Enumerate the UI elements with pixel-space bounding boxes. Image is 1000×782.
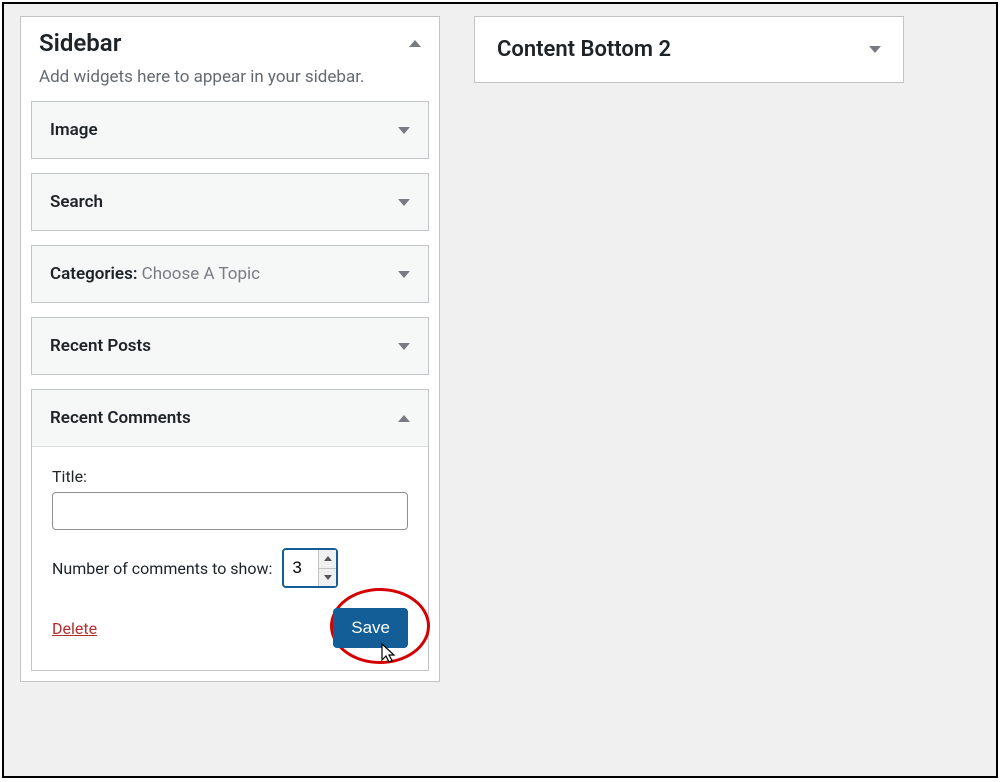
widget-header[interactable]: Search <box>32 174 428 230</box>
widget-title: Search <box>50 192 103 212</box>
number-spinner <box>318 550 336 586</box>
widget-header[interactable]: Image <box>32 102 428 158</box>
widget-title-wrap: Categories: Choose A Topic <box>50 264 260 284</box>
expand-icon <box>398 199 410 206</box>
widget-title: Categories: <box>50 264 137 284</box>
widget-title: Image <box>50 120 98 140</box>
collapse-icon <box>398 415 410 422</box>
save-button[interactable]: Save <box>333 608 408 648</box>
content-bottom-title: Content Bottom 2 <box>497 37 671 62</box>
widget-recent-comments: Recent Comments Title: Number of comment… <box>31 389 429 671</box>
delete-link[interactable]: Delete <box>52 619 97 638</box>
widget-header[interactable]: Recent Comments <box>32 390 428 446</box>
collapse-icon <box>409 40 421 47</box>
widget-categories: Categories: Choose A Topic <box>31 245 429 303</box>
expand-icon <box>398 343 410 350</box>
content-bottom-2-area: Content Bottom 2 <box>474 16 904 83</box>
sidebar-widget-area: Sidebar Add widgets here to appear in yo… <box>20 16 440 682</box>
sidebar-area-title: Sidebar <box>39 29 121 57</box>
expand-icon <box>869 46 881 53</box>
widget-header[interactable]: Categories: Choose A Topic <box>32 246 428 302</box>
widget-title: Recent Comments <box>50 408 191 428</box>
expand-icon <box>398 271 410 278</box>
expand-icon <box>398 127 410 134</box>
widget-image: Image <box>31 101 429 159</box>
widget-actions: Delete Save <box>52 608 408 648</box>
spinner-down[interactable] <box>319 568 336 587</box>
widget-header[interactable]: Recent Posts <box>32 318 428 374</box>
title-label: Title: <box>52 467 408 486</box>
content-bottom-header[interactable]: Content Bottom 2 <box>475 17 903 82</box>
widget-recent-posts: Recent Posts <box>31 317 429 375</box>
widget-body: Title: Number of comments to show: <box>32 446 428 670</box>
sidebar-area-header[interactable]: Sidebar <box>21 17 439 61</box>
title-field-row: Title: <box>52 467 408 530</box>
widget-title: Recent Posts <box>50 336 151 356</box>
number-input[interactable] <box>284 550 318 586</box>
title-input[interactable] <box>52 492 408 530</box>
chevron-up-icon <box>324 556 332 561</box>
number-field-row: Number of comments to show: <box>52 548 408 588</box>
widgets-screen: Sidebar Add widgets here to appear in yo… <box>2 2 998 778</box>
spinner-up[interactable] <box>319 550 336 568</box>
chevron-down-icon <box>324 575 332 580</box>
widget-list: Image Search Categories: Choose A Topic <box>21 101 439 681</box>
number-label: Number of comments to show: <box>52 559 272 578</box>
widget-search: Search <box>31 173 429 231</box>
widget-subtitle: Choose A Topic <box>137 264 260 284</box>
sidebar-area-description: Add widgets here to appear in your sideb… <box>21 61 439 101</box>
number-input-wrapper <box>282 548 338 588</box>
